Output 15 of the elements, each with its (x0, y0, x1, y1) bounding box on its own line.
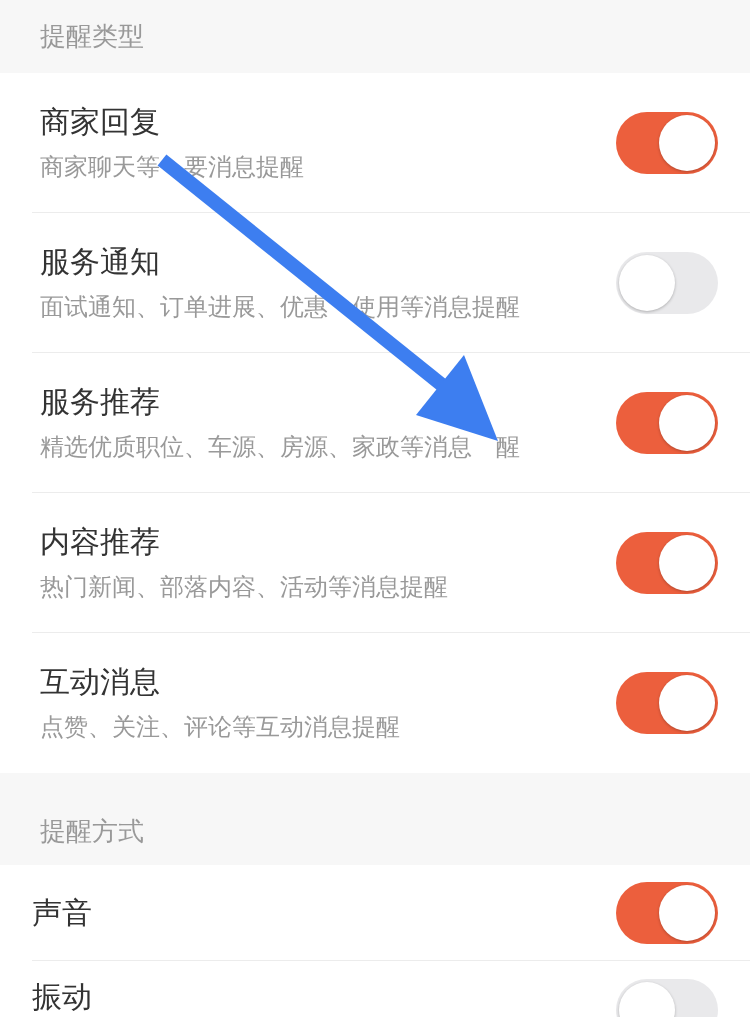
setting-description: 面试通知、订单进展、优惠 (40, 291, 328, 322)
setting-title: 互动消息 (40, 664, 161, 700)
setting-title: 声音 (32, 894, 92, 931)
setting-title: 服务通知 (40, 243, 161, 280)
setting-description: 点赞、关注、评论等互动消息提醒 (40, 712, 400, 742)
setting-description: 商家聊天等 (40, 151, 160, 182)
setting-title: 服务推荐 (40, 383, 161, 420)
setting-description: 热门新闻、部落内容、活动等消息提醒 (40, 571, 448, 602)
section-header: 提醒方式 (39, 815, 145, 848)
setting-description: 醒 (496, 431, 521, 462)
setting-title: 商家回复 (40, 103, 161, 140)
section-header: 提醒类型 (39, 20, 145, 53)
setting-title: 振动 (32, 979, 92, 1015)
setting-title: 内容推荐 (40, 523, 161, 560)
setting-description: 精选优质职位、车源、房源、家政等消息 (40, 431, 472, 462)
